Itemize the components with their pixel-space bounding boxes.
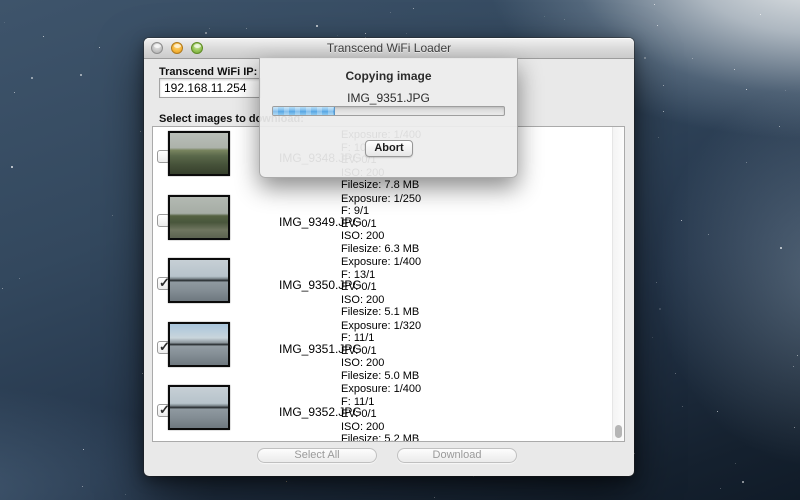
image-row: IMG_9349.JPG Exposure: 1/250F: 9/1EV: 0/… [153,191,624,255]
sheet-title: Copying image [260,69,517,83]
image-exif-block: Exposure: 1/400F: 11/1EV: 0/1ISO: 200Fil… [341,383,421,442]
exif-line: ISO: 200 [341,421,421,434]
exif-line: EV: 0/1 [341,218,421,231]
exif-line: ISO: 200 [341,357,421,370]
image-row: IMG_9352.JPG Exposure: 1/400F: 11/1EV: 0… [153,381,624,442]
exif-line: Exposure: 1/320 [341,320,421,333]
exif-line: F: 11/1 [341,396,421,409]
exif-line: ISO: 200 [341,230,421,243]
ip-label: Transcend WiFi IP: [159,66,257,78]
ip-input[interactable] [159,78,261,98]
exif-line: Exposure: 1/400 [341,256,421,269]
exif-line: F: 9/1 [341,205,421,218]
download-button[interactable]: Download [397,448,517,463]
image-thumbnail [168,258,230,303]
sheet-filename: IMG_9351.JPG [260,91,517,105]
progress-bar [272,106,505,116]
progress-fill [273,107,335,115]
scrollbar-thumb[interactable] [615,425,622,438]
image-thumbnail [168,195,230,240]
select-all-button[interactable]: Select All [257,448,377,463]
exif-line: F: 13/1 [341,269,421,282]
image-exif-block: Exposure: 1/250F: 9/1EV: 0/1ISO: 200File… [341,193,421,256]
exif-line: F: 11/1 [341,332,421,345]
app-window: Transcend WiFi Loader Transcend WiFi IP:… [144,38,634,476]
exif-line: EV: 0/1 [341,408,421,421]
desktop-wallpaper: Transcend WiFi Loader Transcend WiFi IP:… [0,0,800,500]
copying-sheet-dialog: Copying image IMG_9351.JPG Abort [259,58,518,178]
image-thumbnail [168,131,230,176]
abort-button[interactable]: Abort [365,140,413,157]
image-exif-block: Exposure: 1/320F: 11/1EV: 0/1ISO: 200Fil… [341,320,421,383]
image-thumbnail [168,385,230,430]
image-exif-block: Exposure: 1/400F: 13/1EV: 0/1ISO: 200Fil… [341,256,421,319]
window-titlebar[interactable]: Transcend WiFi Loader [144,38,634,59]
image-thumbnail [168,322,230,367]
exif-line: Exposure: 1/400 [341,383,421,396]
exif-line: ISO: 200 [341,294,421,307]
image-row: IMG_9350.JPG Exposure: 1/400F: 13/1EV: 0… [153,254,624,318]
exif-line: Exposure: 1/250 [341,193,421,206]
exif-line: EV: 0/1 [341,281,421,294]
exif-line: EV: 0/1 [341,345,421,358]
exif-line: Filesize: 5.2 MB [341,433,421,442]
image-row: IMG_9351.JPG Exposure: 1/320F: 11/1EV: 0… [153,318,624,382]
window-title: Transcend WiFi Loader [144,41,634,55]
scrollbar-track[interactable] [612,127,624,441]
